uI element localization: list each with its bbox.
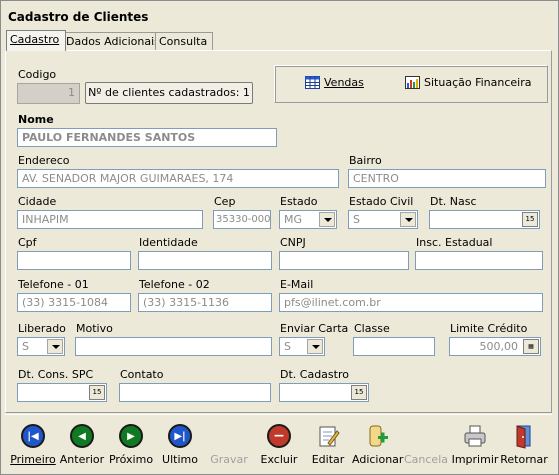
identidade-field[interactable] (138, 251, 272, 270)
primeiro-button[interactable]: |◀ Primeiro (8, 423, 58, 466)
window-title: Cadastro de Clientes (8, 10, 149, 24)
dt-cadastro-field[interactable]: / / 15 (279, 383, 369, 402)
calculator-icon[interactable]: ▦ (523, 339, 539, 354)
editar-button[interactable]: Editar (303, 423, 353, 466)
cnpj-field[interactable] (279, 251, 409, 270)
dt-cons-spc-label: Dt. Cons. SPC (18, 368, 94, 381)
excluir-button[interactable]: − Excluir (254, 423, 304, 466)
estado-civil-select[interactable]: S (348, 210, 418, 229)
cpf-field[interactable] (17, 251, 131, 270)
dt-cadastro-label: Dt. Cadastro (280, 368, 349, 381)
limite-credito-label: Limite Crédito (450, 322, 528, 335)
navigation-toolbar: |◀ Primeiro ◀ Anterior ▶ Próximo ▶| Ulti… (5, 414, 552, 471)
telefone1-field[interactable]: (33) 3315-1084 (17, 293, 131, 312)
situacao-financeira-button[interactable]: Situação Financeira (405, 76, 531, 89)
cadastro-panel: Codigo 1 Nº de clientes cadastrados: 1 V… (5, 50, 552, 413)
save-icon (216, 423, 242, 449)
liberado-label: Liberado (18, 322, 66, 335)
imprimir-button[interactable]: Imprimir (450, 423, 500, 466)
anterior-button[interactable]: ◀ Anterior (57, 423, 107, 466)
telefone2-field[interactable]: (33) 3315-1136 (138, 293, 272, 312)
tab-consulta[interactable]: Consulta (155, 32, 213, 51)
cnpj-label: CNPJ (280, 236, 306, 249)
vendas-button[interactable]: Vendas (305, 76, 364, 89)
estado-label: Estado (280, 195, 318, 208)
contato-field[interactable] (119, 383, 271, 402)
nome-field[interactable]: PAULO FERNANDES SANTOS (17, 128, 277, 147)
first-record-icon: |◀ (21, 424, 45, 448)
tab-cadastro[interactable]: Cadastro (6, 30, 66, 51)
estado-civil-label: Estado Civil (349, 195, 414, 208)
calendar-icon[interactable]: 15 (351, 385, 367, 400)
codigo-label: Codigo (18, 68, 57, 81)
cep-field[interactable]: 35330-000 (213, 210, 271, 229)
bairro-label: Bairro (349, 154, 382, 167)
cancela-button[interactable]: Cancela (401, 423, 451, 466)
classe-label: Classe (354, 322, 390, 335)
cpf-label: Cpf (18, 236, 37, 249)
motivo-field[interactable] (75, 337, 272, 356)
delete-icon: − (267, 424, 291, 448)
calendar-icon[interactable]: 15 (89, 385, 105, 400)
bar-chart-icon (405, 76, 420, 89)
identidade-label: Identidade (139, 236, 198, 249)
calendar-icon[interactable]: 15 (522, 212, 538, 227)
chevron-down-icon[interactable] (307, 339, 323, 354)
grid-icon (305, 76, 320, 89)
liberado-select[interactable]: S (17, 337, 65, 356)
dt-nasc-field[interactable]: / / 15 (429, 210, 540, 229)
insc-estadual-field[interactable] (415, 251, 543, 270)
ultimo-button[interactable]: ▶| Ultimo (155, 423, 205, 466)
adicionar-button[interactable]: Adicionar (352, 423, 403, 466)
add-icon (369, 425, 388, 447)
email-field[interactable]: pfs@ilinet.com.br (279, 293, 543, 312)
limite-credito-field[interactable]: 500,00 ▦ (449, 337, 541, 356)
previous-record-icon: ◀ (70, 424, 94, 448)
email-label: E-Mail (280, 278, 314, 291)
clients-count-button[interactable]: Nº de clientes cadastrados: 1 (85, 82, 253, 104)
estado-select[interactable]: MG (279, 210, 337, 229)
classe-field[interactable] (353, 337, 435, 356)
enviar-carta-label: Enviar Carta (280, 322, 349, 335)
dt-nasc-label: Dt. Nasc (430, 195, 477, 208)
nome-label: Nome (18, 113, 54, 126)
printer-icon (464, 425, 486, 447)
endereco-field[interactable]: AV. SENADOR MAJOR GUIMARAES, 174 (17, 169, 339, 188)
exit-door-icon (516, 425, 531, 449)
cidade-label: Cidade (18, 195, 57, 208)
edit-icon (319, 426, 340, 447)
cep-label: Cep (214, 195, 236, 208)
cancel-icon (413, 423, 439, 449)
dt-cons-spc-field[interactable]: / / 15 (17, 383, 107, 402)
motivo-label: Motivo (76, 322, 113, 335)
retornar-button[interactable]: Retornar (499, 423, 549, 466)
telefone2-label: Telefone - 02 (139, 278, 210, 291)
actions-group: Vendas Situação Financeira (274, 65, 548, 103)
gravar-button[interactable]: Gravar (204, 423, 254, 466)
last-record-icon: ▶| (168, 424, 192, 448)
tab-dados-adicionais[interactable]: Dados Adicionais (62, 32, 160, 51)
telefone1-label: Telefone - 01 (18, 278, 89, 291)
chevron-down-icon[interactable] (319, 212, 335, 227)
endereco-label: Endereco (18, 154, 70, 167)
chevron-down-icon[interactable] (47, 339, 63, 354)
proximo-button[interactable]: ▶ Próximo (106, 423, 156, 466)
chevron-down-icon[interactable] (400, 212, 416, 227)
codigo-field: 1 (17, 83, 80, 104)
insc-estadual-label: Insc. Estadual (416, 236, 493, 249)
cidade-field[interactable]: INHAPIM (17, 210, 203, 229)
enviar-carta-select[interactable]: S (279, 337, 325, 356)
contato-label: Contato (120, 368, 164, 381)
next-record-icon: ▶ (119, 424, 143, 448)
bairro-field[interactable]: CENTRO (348, 169, 546, 188)
window: Cadastro de Clientes Cadastro Dados Adic… (0, 0, 559, 475)
